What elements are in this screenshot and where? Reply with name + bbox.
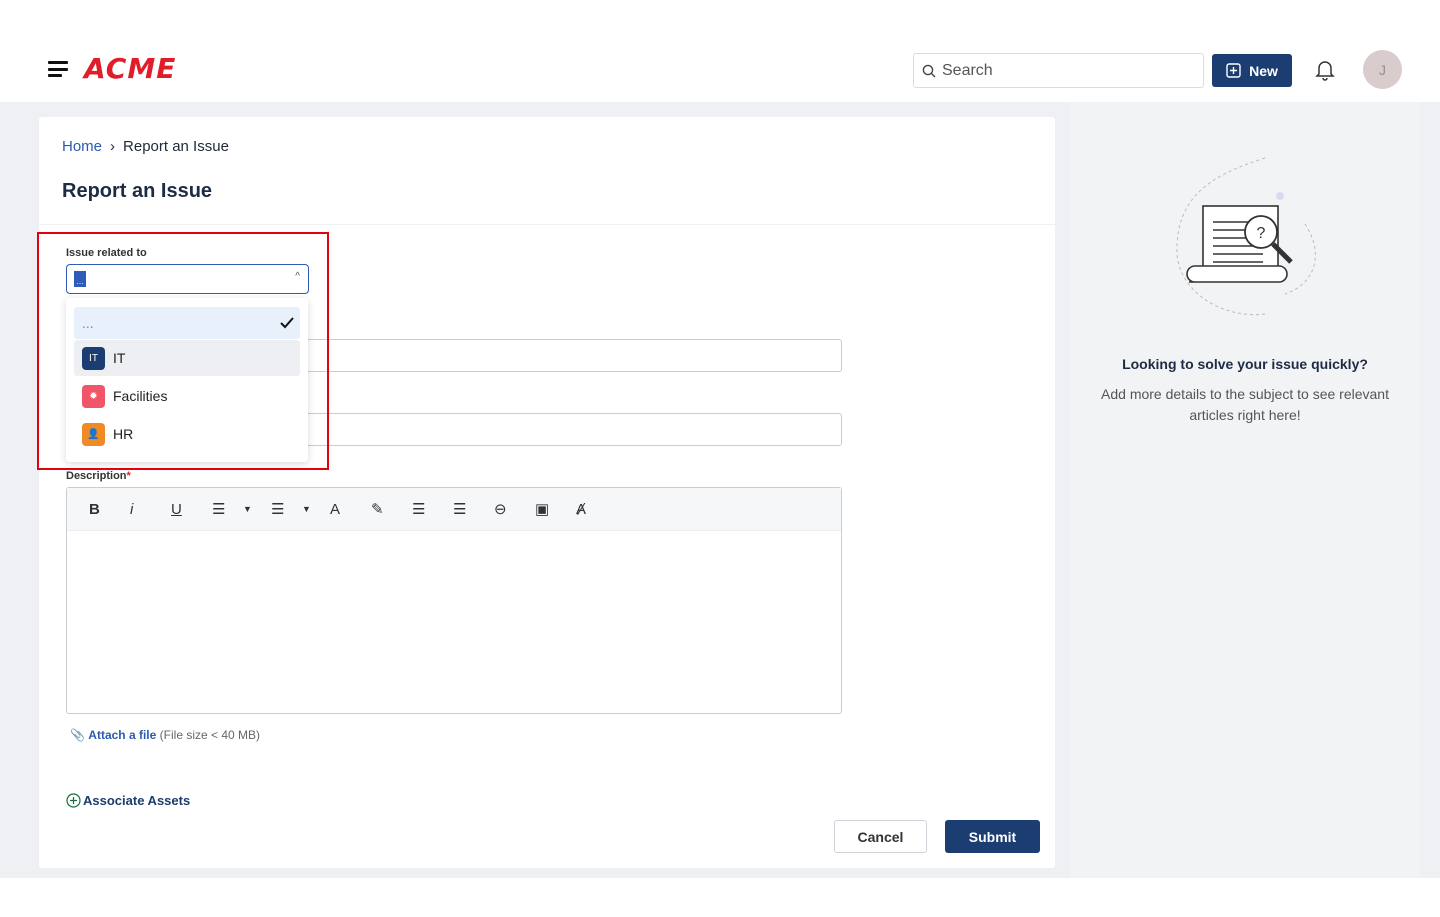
search-placeholder: Search xyxy=(942,61,993,79)
description-label: Description* xyxy=(66,470,131,482)
description-editor[interactable]: B i U ☰ ▼ ☰ ▼ A ✎ ☰ ☰ ⊖ ▣ Ⱥ xyxy=(66,487,842,714)
clear-format-icon[interactable]: Ⱥ xyxy=(576,501,617,518)
ordered-list-icon[interactable]: ☰ xyxy=(212,500,243,518)
help-heading: Looking to solve your issue quickly? xyxy=(1122,356,1368,372)
search-icon xyxy=(922,64,936,77)
second-input[interactable] xyxy=(300,413,842,446)
italic-button[interactable]: i xyxy=(130,501,171,518)
subject-input[interactable] xyxy=(300,339,842,372)
submit-button[interactable]: Submit xyxy=(945,820,1040,853)
svg-text:?: ? xyxy=(1257,225,1266,242)
search-input[interactable]: Search xyxy=(913,53,1204,88)
document-search-illustration: ? xyxy=(1176,157,1316,316)
bell-icon[interactable] xyxy=(1315,59,1335,81)
avatar[interactable]: J xyxy=(1363,50,1402,89)
new-button[interactable]: New xyxy=(1212,54,1292,87)
font-color-icon[interactable]: A xyxy=(330,501,371,518)
highlight-icon[interactable]: ✎ xyxy=(371,500,412,518)
attach-file-link[interactable]: Attach a file xyxy=(88,728,156,742)
breadcrumb-home[interactable]: Home xyxy=(62,138,102,155)
highlight-box xyxy=(37,232,329,470)
attach-row: 📎 Attach a file (File size < 40 MB) xyxy=(70,728,260,742)
image-icon[interactable]: ▣ xyxy=(535,500,576,518)
help-panel: ? Looking to solve your issue quickly? A… xyxy=(1070,102,1420,878)
associate-assets-label: Associate Assets xyxy=(83,793,191,808)
menu-icon[interactable] xyxy=(48,61,68,77)
plus-circle-icon xyxy=(66,793,81,808)
bullet-list-icon[interactable]: ☰ xyxy=(271,500,302,518)
breadcrumb: Home › Report an Issue xyxy=(62,138,229,155)
cancel-button[interactable]: Cancel xyxy=(834,820,927,853)
top-header: ACME Search New J xyxy=(0,0,1440,102)
help-text: Add more details to the subject to see r… xyxy=(1101,386,1389,423)
indent-icon[interactable]: ☰ xyxy=(453,500,494,518)
new-label: New xyxy=(1249,62,1278,79)
logo[interactable]: ACME xyxy=(84,52,176,85)
underline-button[interactable]: U xyxy=(171,501,212,518)
dropdown-caret-icon[interactable]: ▼ xyxy=(243,504,271,514)
page-title: Report an Issue xyxy=(62,180,213,202)
dropdown-caret-icon[interactable]: ▼ xyxy=(302,504,330,514)
bold-button[interactable]: B xyxy=(89,501,130,518)
editor-toolbar: B i U ☰ ▼ ☰ ▼ A ✎ ☰ ☰ ⊖ ▣ Ⱥ xyxy=(67,488,841,531)
associate-assets-button[interactable]: Associate Assets xyxy=(66,793,190,808)
divider xyxy=(39,224,1055,225)
paperclip-icon: 📎 xyxy=(70,728,85,742)
breadcrumb-current: Report an Issue xyxy=(123,138,229,155)
plus-square-icon xyxy=(1226,63,1241,78)
link-icon[interactable]: ⊖ xyxy=(494,500,535,518)
attach-hint: (File size < 40 MB) xyxy=(159,728,261,742)
breadcrumb-separator: › xyxy=(110,138,116,155)
outdent-icon[interactable]: ☰ xyxy=(412,500,453,518)
